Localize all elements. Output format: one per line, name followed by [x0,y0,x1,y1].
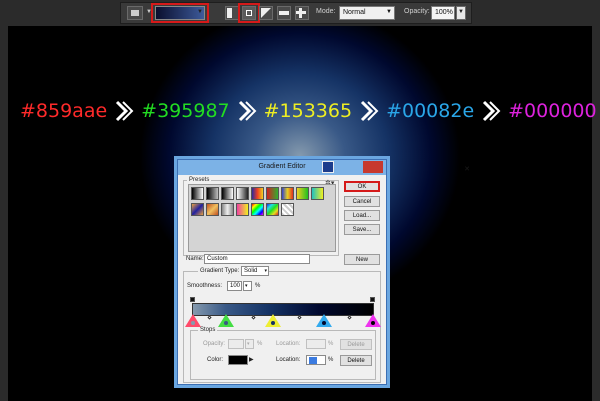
chevron-right-icon [356,100,382,122]
name-input[interactable]: Custom [204,254,310,264]
gradient-type-select[interactable]: Solid ▾ [241,266,269,276]
mode-label: Mode: [316,8,336,15]
save-button[interactable]: Save... [344,224,380,235]
color-stop[interactable] [218,314,234,327]
chevron-down-icon: ▾ [245,283,248,289]
preset-swatch[interactable] [206,203,219,216]
chevron-down-icon: ▾ [264,268,267,274]
close-button[interactable]: ✕ [363,161,470,173]
color-stop[interactable] [365,314,381,327]
smoothness-value: 100 [230,283,241,289]
smoothness-input[interactable]: 100 [227,281,242,291]
gradient-tool-preset-icon[interactable] [127,6,143,20]
color-stop[interactable] [265,314,281,327]
preset-swatch[interactable] [191,203,204,216]
new-button[interactable]: New [344,254,380,265]
ok-button[interactable]: OK [344,181,380,192]
chevron-down-icon: ▼ [458,9,464,15]
preset-swatch[interactable] [251,203,264,216]
gradient-type-label: Gradient Type: [198,268,242,274]
reflected-gradient-icon[interactable] [277,6,291,20]
preset-swatch[interactable] [251,187,264,200]
gradient-editor-dialog: Gradient Editor ✕ Presets ✲▾ OK Cancel L… [177,159,470,385]
smoothness-dropdown[interactable]: ▾ [243,281,252,291]
color-label: Color: [207,357,224,363]
color-swatch[interactable] [228,355,248,365]
stop-opacity-input [228,339,244,349]
stop-opacity-dropdown: ▾ [245,339,254,349]
opacity-label: Opacity: [404,8,430,15]
linear-gradient-icon[interactable] [225,6,239,20]
presets-label: Presets [187,177,212,183]
color-hex-label: #859aae [20,100,108,122]
highlight-gradient-preview [151,3,209,23]
smoothness-label: Smoothness: [187,283,223,289]
presets-grid [188,184,336,252]
highlight-radial-gradient [238,3,260,23]
name-label: Name: [186,256,204,262]
preset-swatch[interactable] [221,187,234,200]
text-selection [309,357,317,364]
dialog-titlebar[interactable]: Gradient Editor ✕ [178,160,470,175]
opacity-slider-toggle[interactable]: ▼ [456,6,466,20]
percent-sign: % [328,357,334,363]
chevron-right-icon [234,100,260,122]
chevron-right-icon [111,100,137,122]
chevron-down-icon: ▼ [386,9,392,15]
preset-swatch[interactable] [281,203,294,216]
opacity-location-input [306,339,326,349]
color-hex-label: #00082e [386,100,475,122]
preset-swatch[interactable] [311,187,324,200]
color-stop[interactable] [185,314,201,327]
opacity-location-label: Location: [276,341,301,347]
preset-swatch[interactable] [221,203,234,216]
color-location-label: Location: [276,357,301,363]
percent-sign: % [257,341,263,347]
color-location-input[interactable] [306,355,326,365]
color-sequence: #859aae #395987 #153365 #00082e #000000 [20,96,597,126]
preset-swatch[interactable] [266,203,279,216]
color-hex-label: #395987 [141,100,230,122]
gradient-options: ▼ ▼ Mode: Normal ▼ Opacity: 100% ▼ [120,2,472,24]
diamond-gradient-icon[interactable] [295,6,309,20]
opacity-label: Opacity: [203,341,226,347]
load-button[interactable]: Load... [344,210,380,221]
preset-swatch[interactable] [266,187,279,200]
mode-value: Normal [343,9,366,16]
color-picker-arrow-icon[interactable]: ▶ [249,356,254,363]
dialog-title: Gradient Editor [258,163,306,170]
color-hex-label: #000000 [508,100,597,122]
opacity-value: 100% [435,9,453,16]
opacity-stop-left[interactable] [190,297,195,302]
preset-swatch[interactable] [296,187,309,200]
app-logo-icon [322,161,334,173]
cancel-button[interactable]: Cancel [344,196,380,207]
close-icon: ✕ [464,166,470,173]
color-delete-button[interactable]: Delete [340,355,372,366]
opacity-stop-right[interactable] [370,297,375,302]
percent-sign: % [255,283,261,289]
chevron-down-icon: ▾ [247,341,250,347]
preset-swatch[interactable] [191,187,204,200]
preset-swatch[interactable] [236,203,249,216]
preset-swatch[interactable] [236,187,249,200]
preset-swatch[interactable] [281,187,294,200]
gradient-type-value: Solid [244,268,258,274]
color-hex-label: #153365 [263,100,353,122]
color-stop[interactable] [316,314,332,327]
opacity-delete-button: Delete [340,339,372,350]
angle-gradient-icon[interactable] [259,6,273,20]
preset-swatch[interactable] [206,187,219,200]
mode-select[interactable]: Normal ▼ [339,6,395,20]
name-value: Custom [207,256,228,262]
percent-sign: % [328,341,334,347]
stops-label: Stops [198,327,218,333]
options-bar: ▼ ▼ Mode: Normal ▼ Opacity: 100% ▼ [0,0,600,26]
opacity-input[interactable]: 100% [431,6,455,20]
chevron-right-icon [478,100,504,122]
